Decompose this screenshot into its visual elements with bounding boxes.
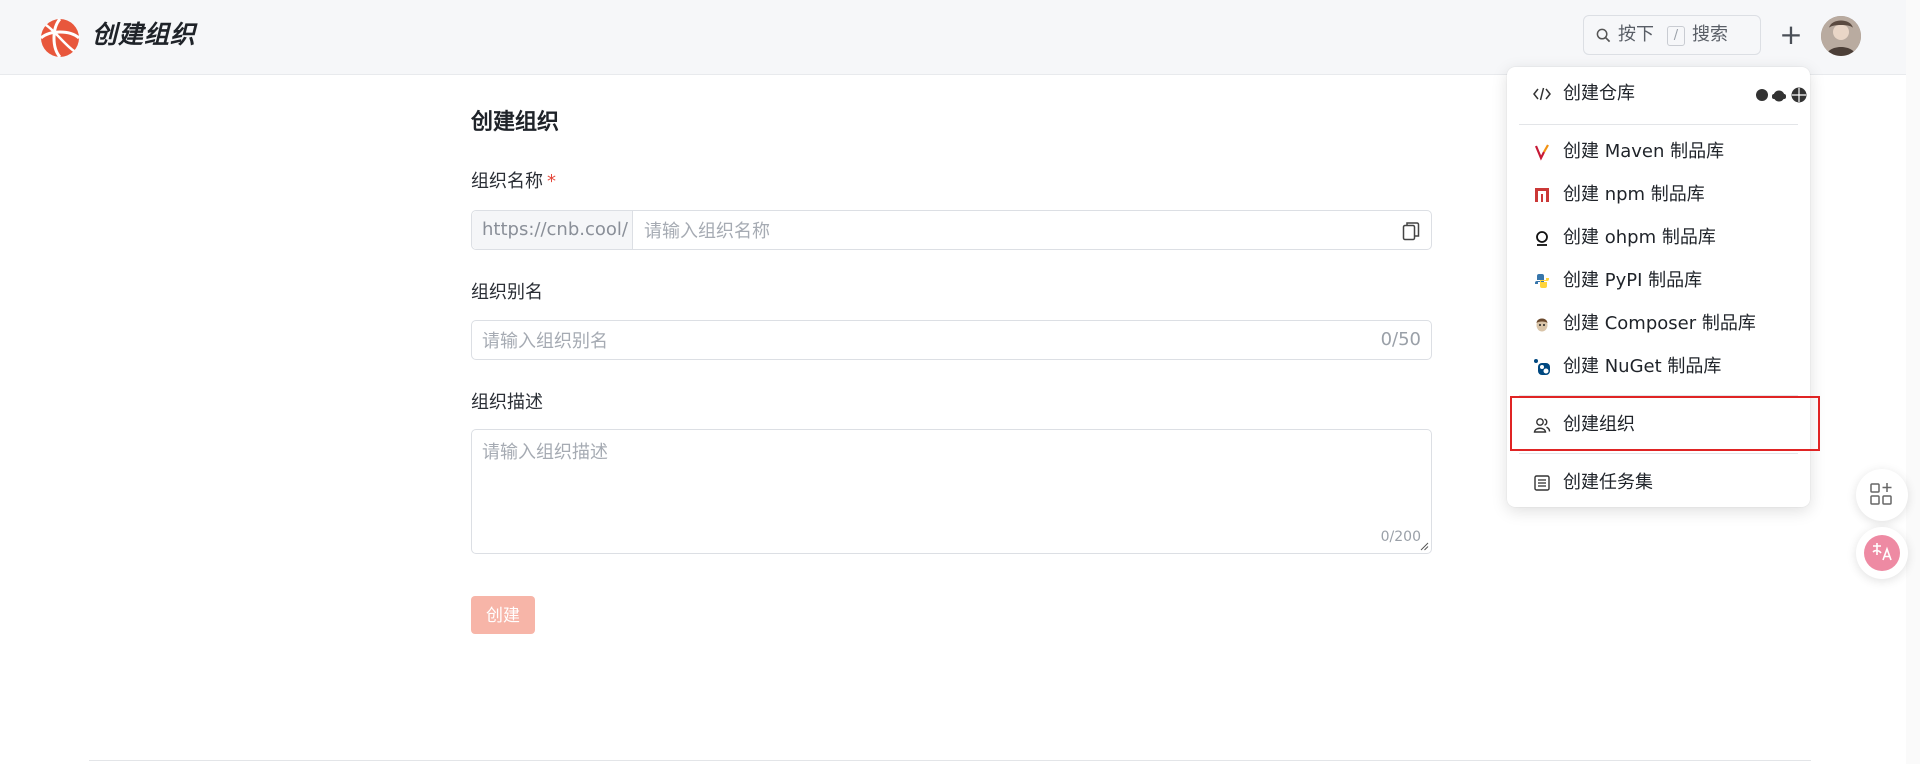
menu-item-create-maven[interactable]: 创建 Maven 制品库 — [1517, 134, 1800, 170]
org-desc-field: 0/200 — [471, 429, 1432, 554]
npm-icon — [1535, 188, 1549, 202]
alias-char-counter: 0/50 — [1380, 329, 1421, 350]
menu-item-create-repo[interactable]: 创建仓库 — [1517, 76, 1807, 112]
user-avatar[interactable] — [1821, 16, 1861, 56]
org-name-label: 组织名称 * — [471, 170, 556, 194]
task-list-icon — [1534, 475, 1550, 491]
footer-divider — [89, 760, 1811, 761]
menu-item-create-composer[interactable]: 创建 Composer 制品库 — [1517, 306, 1800, 342]
search-press-text: 按下 — [1618, 24, 1654, 45]
org-alias-field: 0/50 — [471, 320, 1432, 361]
composer-icon — [1536, 318, 1548, 332]
pypi-icon — [1535, 274, 1549, 288]
search-icon — [1596, 28, 1611, 43]
org-desc-label: 组织描述 — [471, 392, 543, 413]
menu-item-label: 创建 ohpm 制品库 — [1563, 227, 1716, 248]
repo-type-icons — [1756, 87, 1807, 103]
menu-item-create-taskset[interactable]: 创建任务集 — [1517, 465, 1800, 501]
desc-char-counter: 0/200 — [1380, 529, 1421, 545]
menu-item-label: 创建仓库 — [1563, 83, 1635, 104]
menu-divider — [1519, 124, 1798, 125]
org-name-input[interactable] — [634, 211, 1426, 251]
search-label: 搜索 — [1692, 24, 1728, 45]
apps-float-button[interactable] — [1856, 469, 1908, 521]
copy-icon[interactable] — [1402, 221, 1420, 241]
menu-item-label: 创建任务集 — [1563, 472, 1653, 493]
org-name-label-text: 组织名称 — [471, 171, 543, 192]
org-name-field: https://cnb.cool/ — [471, 210, 1432, 251]
translate-icon — [1864, 535, 1900, 571]
nuget-icon — [1534, 359, 1550, 375]
menu-item-create-npm[interactable]: 创建 npm 制品库 — [1517, 177, 1800, 213]
menu-divider — [1519, 453, 1798, 454]
avatar-image — [1821, 16, 1861, 56]
resize-grip-icon[interactable] — [1420, 542, 1429, 551]
ohpm-icon — [1536, 231, 1548, 246]
search-shortcut-key: / — [1667, 26, 1685, 46]
menu-item-label: 创建 NuGet 制品库 — [1563, 356, 1722, 377]
org-alias-input[interactable] — [472, 321, 1364, 361]
top-bar: 创建组织 按下 / 搜索 + — [0, 0, 1920, 75]
org-desc-textarea[interactable] — [472, 430, 1412, 530]
code-icon — [1533, 87, 1551, 101]
url-prefix: https://cnb.cool/ — [472, 211, 633, 249]
search-box[interactable]: 按下 / 搜索 — [1583, 15, 1761, 55]
menu-item-create-ohpm[interactable]: 创建 ohpm 制品库 — [1517, 220, 1800, 256]
create-plus-button[interactable]: + — [1778, 20, 1804, 50]
required-mark: * — [547, 171, 556, 192]
create-button[interactable]: 创建 — [471, 596, 535, 634]
cnb-logo-icon[interactable] — [38, 16, 82, 60]
menu-item-create-nuget[interactable]: 创建 NuGet 制品库 — [1517, 349, 1800, 385]
scrollbar-track[interactable] — [1906, 0, 1920, 764]
translate-float-button[interactable] — [1856, 527, 1908, 579]
brand-title: 创建组织 — [92, 20, 197, 49]
page-title: 创建组织 — [471, 110, 560, 135]
menu-item-create-pypi[interactable]: 创建 PyPI 制品库 — [1517, 263, 1800, 299]
menu-item-label: 创建 npm 制品库 — [1563, 184, 1705, 205]
apps-grid-icon — [1870, 483, 1892, 505]
menu-item-label: 创建 Composer 制品库 — [1563, 313, 1756, 334]
menu-item-label: 创建 PyPI 制品库 — [1563, 270, 1703, 291]
highlight-annotation — [1510, 396, 1820, 451]
org-alias-label: 组织别名 — [471, 282, 543, 303]
menu-item-label: 创建 Maven 制品库 — [1563, 141, 1725, 162]
maven-icon — [1534, 144, 1549, 161]
